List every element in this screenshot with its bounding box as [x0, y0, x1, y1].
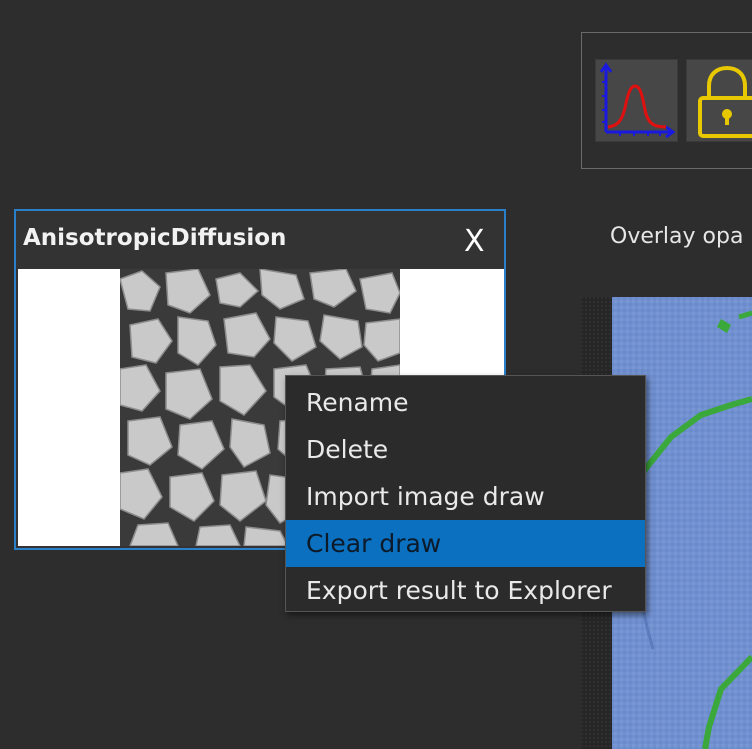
menu-item-delete[interactable]: Delete: [286, 426, 645, 473]
card-title: AnisotropicDiffusion: [23, 225, 287, 251]
lock-button[interactable]: [686, 59, 752, 142]
workspace: Overlay opa AnisotropicDiffusion X Renam…: [0, 0, 752, 749]
tool-group: [581, 32, 752, 169]
padlock-icon: [698, 65, 752, 138]
menu-item-import-image-draw[interactable]: Import image draw: [286, 473, 645, 520]
histogram-button[interactable]: [595, 59, 678, 142]
context-menu: Rename Delete Import image draw Clear dr…: [285, 375, 646, 612]
menu-item-export-result[interactable]: Export result to Explorer: [286, 567, 645, 614]
overlay-opacity-label: Overlay opa: [610, 224, 744, 249]
histogram-curve-icon: [599, 62, 676, 139]
menu-item-rename[interactable]: Rename: [286, 379, 645, 426]
close-button[interactable]: X: [464, 224, 485, 260]
menu-item-clear-draw[interactable]: Clear draw: [286, 520, 645, 567]
